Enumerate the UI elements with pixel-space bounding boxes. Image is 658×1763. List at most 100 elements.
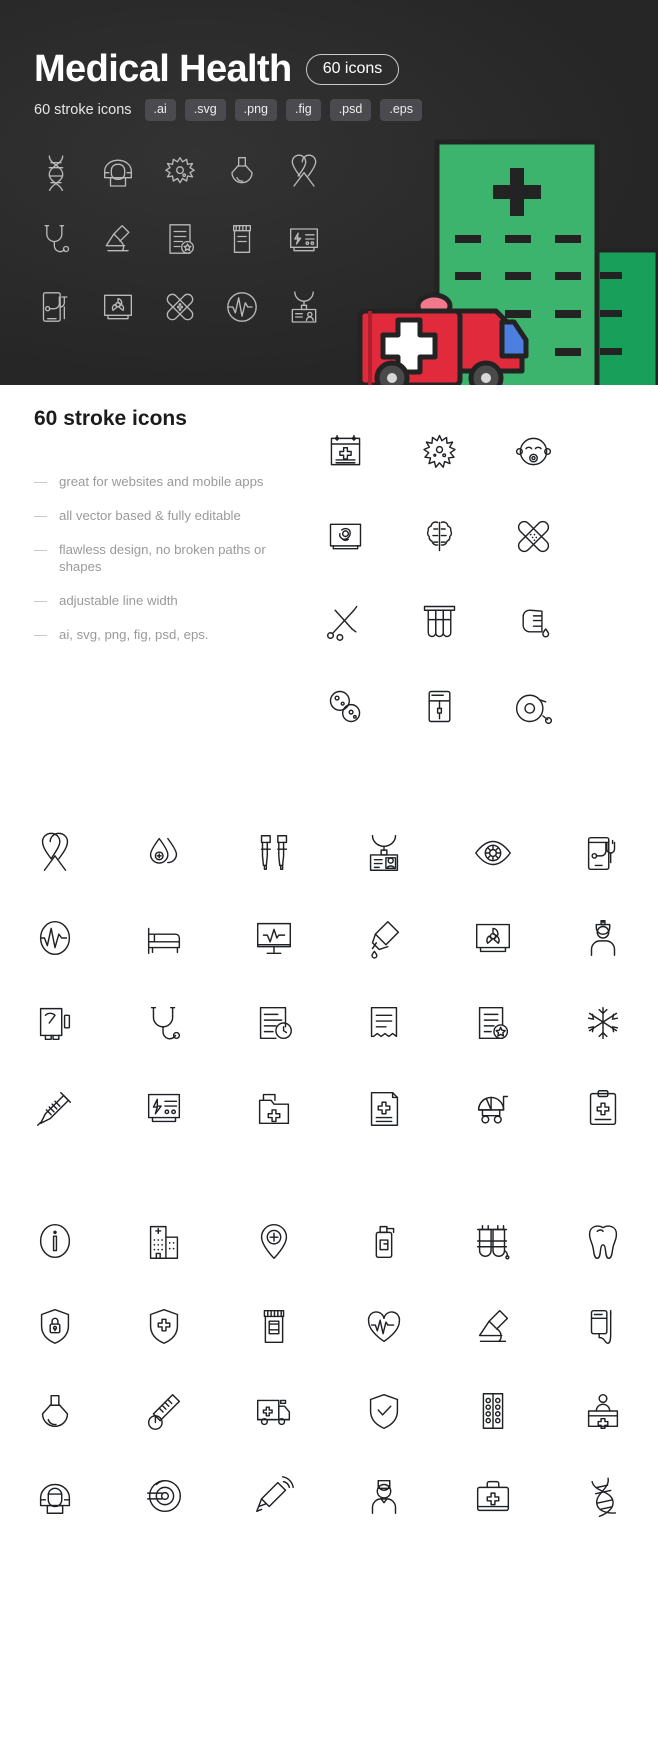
mri-scanner-icon [0,1453,110,1538]
list-item: — great for websites and mobile apps [34,473,279,490]
otoscope-icon [219,1453,329,1538]
ct-scanner-icon [110,1453,220,1538]
flask-icon [212,140,272,202]
crossed-bandages-icon [486,494,580,579]
prescription-document-icon [329,1065,439,1150]
format-badge-ai: .ai [144,99,176,121]
reception-desk-icon [548,1368,658,1453]
hospital-bed-icon [110,895,220,980]
shield-lock-icon [0,1283,110,1368]
blood-drops-icon [110,810,220,895]
syringe-icon [0,1065,110,1150]
section-title: 60 stroke icons [34,407,187,430]
bullet-dash: — [34,627,47,642]
list-item: — adjustable line width [34,592,279,609]
eye-icon [439,810,549,895]
first-aid-kit-icon [439,1453,549,1538]
format-badge-eps: .eps [380,99,422,121]
flask-icon [0,1368,110,1453]
medical-location-pin-icon [219,1198,329,1283]
dna-icon [26,140,86,202]
dropper-bottle-icon [329,895,439,980]
thermometer-icon [110,1368,220,1453]
awareness-ribbon-icon [0,810,110,895]
certificate-document-icon [150,208,210,270]
ambulance-icon [219,1368,329,1453]
info-icon-grid [298,409,580,749]
pill-bottle-icon [212,208,272,270]
bullet-dash: — [34,508,47,523]
icon-grid-section-b [0,1150,658,1538]
medical-report-clock-icon [219,980,329,1065]
mobile-health-icon [548,810,658,895]
info-section: 60 stroke icons — great for websites and… [0,385,658,790]
iv-drip-bag-icon [392,664,486,749]
bullet-text: ai, svg, png, fig, psd, eps. [59,627,209,642]
pill-blister-pack-icon [439,1368,549,1453]
feature-bullet-list: — great for websites and mobile apps — a… [34,473,279,660]
mri-scanner-icon [88,140,148,202]
heart-pulse-icon [329,1283,439,1368]
shield-check-icon [329,1368,439,1453]
bacteria-cells-icon [298,664,392,749]
medical-calendar-icon [298,409,392,494]
test-tubes-icon [392,579,486,664]
microscope-icon [88,208,148,270]
icon-count-badge: 60 icons [305,53,400,85]
medical-folder-icon [219,1065,329,1150]
baby-face-icon [486,409,580,494]
sanitizer-pump-icon [329,1198,439,1283]
icon-grid-section-a [0,790,658,1150]
medical-clipboard-icon [548,1065,658,1150]
bullet-text: flawless design, no broken paths or shap… [59,542,266,574]
heartbeat-monitor-icon [219,895,329,980]
certificate-document-icon [439,980,549,1065]
nurse-portrait-icon [329,1453,439,1538]
page-title: Medical Health [34,48,292,90]
hero-subtitle-row: 60 stroke icons .ai .svg .png .fig .psd … [34,99,422,121]
stethoscope-icon [110,980,220,1065]
format-badge-fig: .fig [286,99,321,121]
wheelchair-icon [486,664,580,749]
xray-film-icon [0,980,110,1065]
microscope-icon [439,1283,549,1368]
blood-finger-prick-icon [486,579,580,664]
format-badge-svg: .svg [184,99,226,121]
doctor-portrait-icon [548,895,658,980]
bullet-dash: — [34,593,47,608]
id-badge-necklace-icon [329,810,439,895]
list-item: — ai, svg, png, fig, psd, eps. [34,626,279,643]
hero-banner: Medical Health 60 icons 60 stroke icons … [0,0,658,385]
bullet-text: adjustable line width [59,593,178,608]
info-circle-icon [0,1198,110,1283]
radiology-monitor-icon [88,276,148,338]
bullet-dash: — [34,542,47,557]
awareness-ribbon-icon [274,140,334,202]
bullet-text: all vector based & fully editable [59,508,241,523]
snowflake-icon [548,980,658,1065]
dna-icon [548,1453,658,1538]
ultrasound-monitor-icon [298,494,392,579]
crutches-icon [219,810,329,895]
pulse-oval-icon [0,895,110,980]
stethoscope-icon [26,208,86,270]
surgical-scissors-icon [298,579,392,664]
receipt-icon [329,980,439,1065]
list-item: — flawless design, no broken paths or sh… [34,541,279,575]
iv-drip-bag-icon [548,1283,658,1368]
tooth-icon [548,1198,658,1283]
hospital-building-icon [110,1198,220,1283]
pill-bottle-icon [219,1283,329,1368]
shield-cross-icon [110,1283,220,1368]
mobile-health-icon [26,276,86,338]
crossed-bandages-icon [150,276,210,338]
radiology-monitor-icon [439,895,549,980]
oxygen-tanks-icon [439,1198,549,1283]
brain-icon [392,494,486,579]
id-badge-icon [274,276,334,338]
virus-icon [392,409,486,494]
bullet-dash: — [34,474,47,489]
format-badge-png: .png [234,99,278,121]
hero-heading-row: Medical Health 60 icons [34,48,400,90]
baby-stroller-icon [439,1065,549,1150]
